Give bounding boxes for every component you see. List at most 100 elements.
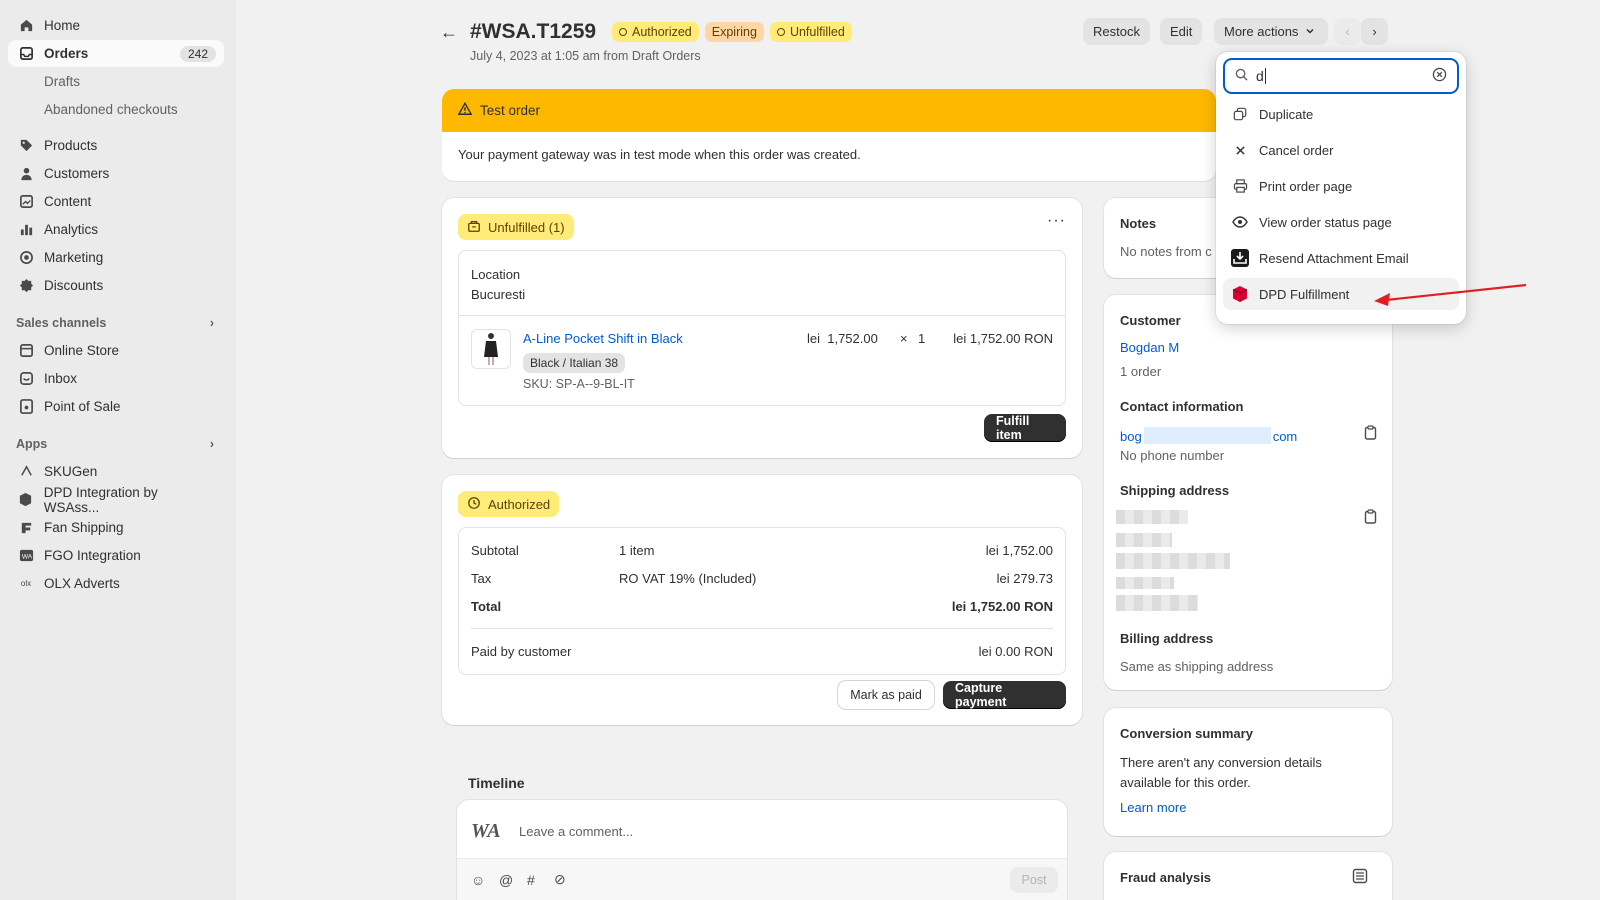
back-arrow-icon[interactable]: ← [440,22,458,43]
tax-desc: RO VAT 19% (Included) [619,571,757,586]
nav-app-olx[interactable]: olx OLX Adverts [8,570,224,597]
unfulfilled-chip: Unfulfilled (1) [458,214,574,240]
timeline-comment-box: WA Leave a comment... ☺ @ # ⊘ Post [457,800,1067,900]
nav-point-of-sale[interactable]: Point of Sale [8,393,224,420]
nav-customers[interactable]: Customers [8,160,224,187]
apps-header[interactable]: Apps › [16,437,214,451]
page-title: #WSA.T1259 [470,20,597,43]
pos-icon [18,399,34,415]
product-thumbnail[interactable] [471,329,511,369]
nav-products[interactable]: Products [8,132,224,159]
nav-app-dpd[interactable]: DPD Integration by WSAss... [8,485,224,515]
tax-amount: lei 279.73 [996,571,1053,586]
customer-order-count: 1 order [1120,364,1162,379]
nav-online-store[interactable]: Online Store [8,337,224,364]
nav-drafts[interactable]: Drafts [8,68,224,95]
nav-label: Marketing [44,250,104,265]
nav-label: Orders [44,46,89,61]
sales-channels-header[interactable]: Sales channels › [16,316,214,330]
action-cancel-order[interactable]: Cancel order [1223,134,1459,166]
nav-inbox[interactable]: Inbox [8,365,224,392]
nav-analytics[interactable]: Analytics [8,216,224,243]
paid-by-customer-amount: lei 0.00 RON [978,644,1053,659]
copy-address-icon[interactable] [1364,509,1377,527]
attachment-icon[interactable]: ⊘ [554,871,566,888]
edit-button[interactable]: Edit [1160,18,1203,45]
location-label: Location [471,267,521,282]
eye-icon [1231,213,1249,231]
nav-label: Home [44,18,81,33]
skugen-icon [18,464,34,480]
clear-search-icon[interactable] [1432,67,1447,85]
fraud-analysis-card: Fraud analysis [1104,852,1392,900]
nav-app-fan-shipping[interactable]: Fan Shipping [8,514,224,541]
restock-button[interactable]: Restock [1083,18,1150,45]
nav-label: Analytics [44,222,99,237]
variant-badge: Black / Italian 38 [523,353,626,373]
product-name-link[interactable]: A-Line Pocket Shift in Black [523,331,683,346]
fulfillment-card: Unfulfilled (1) ··· Location Bucuresti A… [442,198,1082,458]
report-icon[interactable] [1352,868,1368,887]
action-duplicate[interactable]: Duplicate [1223,98,1459,130]
section-title: Sales channels [16,316,107,330]
actions-search-input[interactable]: d [1223,58,1459,94]
nav-orders[interactable]: Orders 242 [8,40,224,67]
next-order-button[interactable]: › [1361,18,1388,45]
customer-email-link[interactable]: bog com [1120,427,1297,444]
action-resend-attachment-email[interactable]: Resend Attachment Email [1223,242,1459,274]
nav-content[interactable]: Content [8,188,224,215]
customer-name-link[interactable]: Bogdan M [1120,340,1179,355]
action-label: Print order page [1259,178,1353,194]
mark-as-paid-button[interactable]: Mark as paid [838,681,934,709]
nav-abandoned-checkouts[interactable]: Abandoned checkouts [8,96,224,123]
quantity: 1 [918,331,926,346]
tax-label: Tax [471,571,492,586]
copy-email-icon[interactable] [1364,425,1377,443]
action-view-order-status-page[interactable]: View order status page [1223,206,1459,238]
authorized-chip: Authorized [458,491,560,517]
capture-payment-button[interactable]: Capture payment [943,681,1066,709]
chevron-right-icon: › [1372,24,1377,39]
mention-icon[interactable]: @ [499,872,513,888]
action-print-order-page[interactable]: Print order page [1223,170,1459,202]
nav-app-skugen[interactable]: SKUGen [8,458,224,485]
close-icon [1231,141,1249,159]
phone-number: No phone number [1120,448,1225,463]
nav-app-fgo[interactable]: WA FGO Integration [8,542,224,569]
nav-label: OLX Adverts [44,576,120,591]
dpd-icon [1231,285,1249,303]
hashtag-icon[interactable]: # [527,872,535,888]
post-button[interactable]: Post [1010,867,1058,893]
tag-icon [18,138,34,154]
total-label: Total [471,599,502,614]
more-actions-button[interactable]: More actions [1214,18,1328,45]
store-icon [18,343,34,359]
nav-home[interactable]: Home [8,12,224,39]
chevron-right-icon: › [209,437,214,451]
orders-icon [18,46,34,62]
action-label: Resend Attachment Email [1259,250,1409,266]
nav-discounts[interactable]: Discounts [8,272,224,299]
nav-label: Customers [44,166,110,181]
chevron-right-icon: › [209,316,214,330]
redacted-address-line [1116,553,1230,569]
redacted-address-line [1116,510,1188,524]
fulfill-item-button[interactable]: Fulfill item [984,414,1066,442]
previous-order-button[interactable]: ‹ [1334,18,1361,45]
learn-more-link[interactable]: Learn more [1120,800,1186,815]
emoji-icon[interactable]: ☺ [471,872,485,888]
annotation-arrow-icon [1374,283,1527,306]
comment-input[interactable]: Leave a comment... [519,824,633,839]
nav-marketing[interactable]: Marketing [8,244,224,271]
more-options-icon[interactable]: ··· [1047,212,1066,230]
badge-authorized: Authorized [612,22,699,42]
nav-label: Point of Sale [44,399,121,414]
action-label: Cancel order [1259,142,1334,158]
badge-unfulfilled: Unfulfilled [769,22,852,42]
action-label: DPD Fulfillment [1259,286,1350,302]
nav-label: Online Store [44,343,120,358]
badge-expiring: Expiring [704,22,764,42]
search-icon [1235,68,1248,84]
location-value: Bucuresti [471,287,526,302]
notes-title: Notes [1120,216,1157,231]
